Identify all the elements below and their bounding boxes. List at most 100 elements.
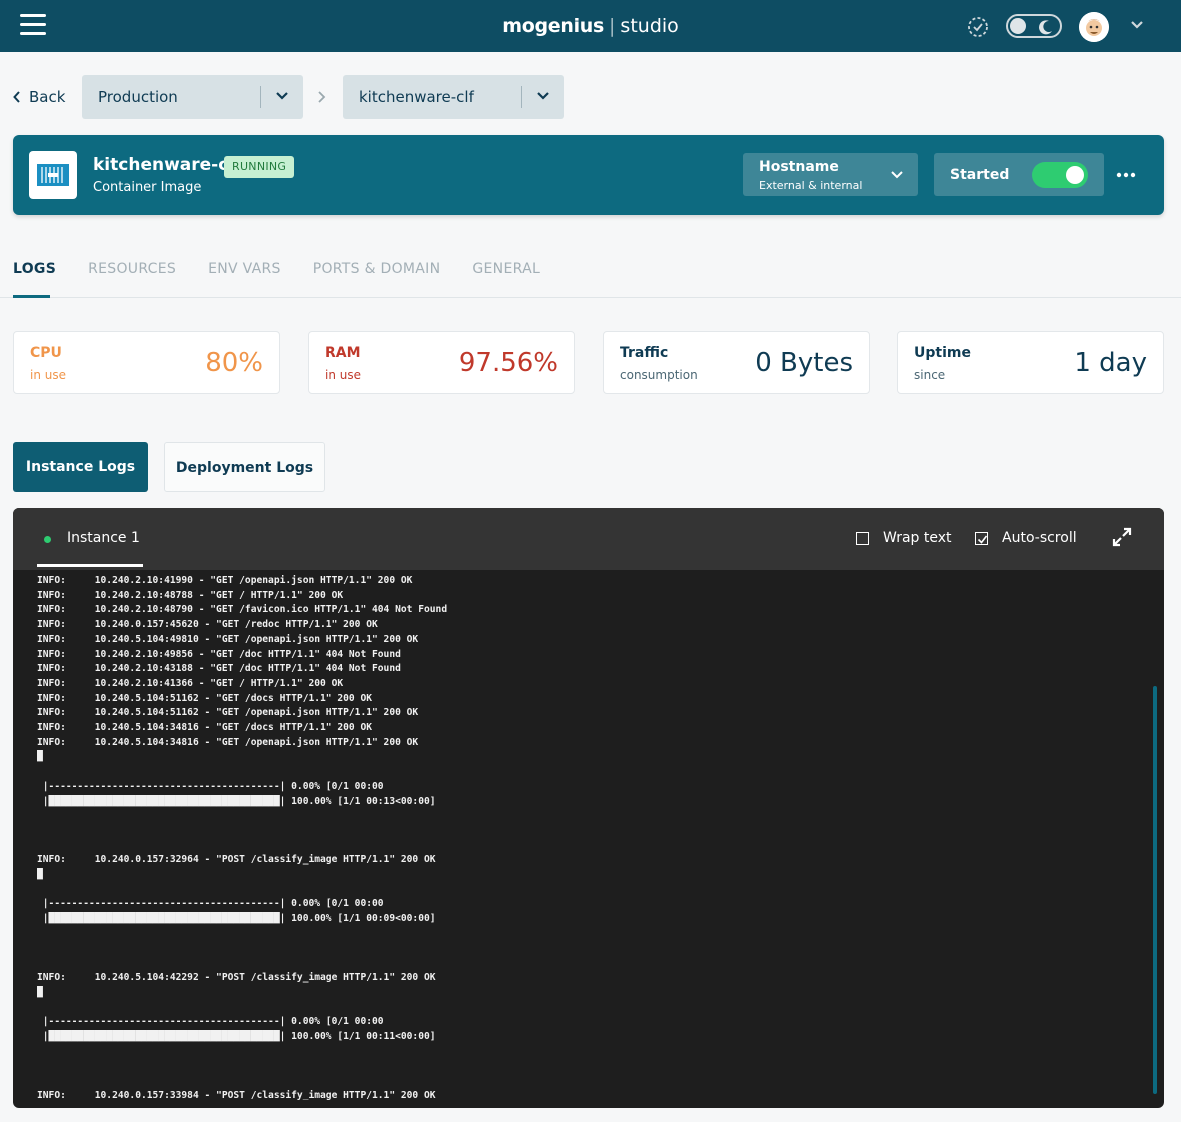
stat-sub: consumption xyxy=(620,368,698,382)
wrap-text-checkbox[interactable]: Wrap text xyxy=(856,530,952,546)
chevron-down-icon xyxy=(891,171,903,179)
console-scrollbar[interactable] xyxy=(1153,686,1157,1094)
stat-label: RAM xyxy=(325,345,361,361)
container-icon xyxy=(29,151,77,199)
chevron-down-icon[interactable] xyxy=(1130,20,1144,30)
auto-scroll-checkbox[interactable]: Auto-scroll xyxy=(975,530,1077,546)
log-line: INFO: 10.240.0.157:45620 - "GET /redoc H… xyxy=(37,619,378,631)
stat-value: 97.56% xyxy=(458,348,558,378)
deployment-logs-button[interactable]: Deployment Logs xyxy=(164,442,325,492)
log-line: INFO: 10.240.0.157:33984 - "POST /classi… xyxy=(37,1089,436,1100)
checkbox-box[interactable] xyxy=(856,531,869,545)
started-control: Started xyxy=(934,153,1104,196)
service-header-card: kitchenware-clf RUNNING Container Image … xyxy=(13,135,1164,215)
service-select-value: kitchenware-clf xyxy=(359,88,474,106)
theme-toggle-knob xyxy=(1010,18,1026,34)
log-line: INFO: 10.240.2.10:41990 - "GET /openapi.… xyxy=(37,575,413,586)
tab-ports-domain[interactable]: PORTS & DOMAIN xyxy=(313,261,441,277)
stat-value: 0 Bytes xyxy=(755,348,853,378)
tab-resources[interactable]: RESOURCES xyxy=(88,261,176,277)
wrap-text-label: Wrap text xyxy=(883,530,952,546)
checkbox-box[interactable] xyxy=(975,531,988,545)
history-icon[interactable] xyxy=(966,15,990,39)
tab-instance-1[interactable]: Instance 1 xyxy=(37,508,143,566)
project-select[interactable]: Production xyxy=(82,75,303,119)
stat-sub: in use xyxy=(30,368,66,382)
stat-value: 80% xyxy=(205,348,263,378)
tab-env-vars[interactable]: ENV VARS xyxy=(208,261,281,277)
back-button[interactable]: Back xyxy=(13,88,65,106)
service-name: kitchenware-clf xyxy=(93,155,242,175)
auto-scroll-label: Auto-scroll xyxy=(1002,530,1077,546)
service-tabs: LOGS RESOURCES ENV VARS PORTS & DOMAIN G… xyxy=(13,261,540,277)
stat-card-ram: RAM in use 97.56% xyxy=(308,331,575,394)
chevron-left-icon xyxy=(13,91,20,103)
log-line: INFO: 10.240.5.104:51162 - "GET /docs HT… xyxy=(37,692,373,704)
stat-sub: in use xyxy=(325,368,361,382)
hostname-dropdown[interactable]: Hostname External & internal xyxy=(743,153,918,196)
project-select-value: Production xyxy=(98,88,178,106)
more-icon[interactable] xyxy=(1116,166,1136,184)
log-line: █ xyxy=(37,869,43,881)
log-line: |---------------------------------------… xyxy=(37,898,384,910)
instance-logs-button[interactable]: Instance Logs xyxy=(13,442,148,492)
hostname-subtitle: External & internal xyxy=(759,179,863,192)
service-type: Container Image xyxy=(93,180,202,195)
log-line: INFO: 10.240.0.157:32964 - "POST /classi… xyxy=(37,854,436,866)
stat-sub: since xyxy=(914,368,946,382)
console-header: Instance 1 Wrap text Auto-scroll xyxy=(13,508,1164,570)
log-line: |███████████████████████████████████████… xyxy=(37,913,436,925)
instance-tab-indicator xyxy=(37,564,143,567)
log-line: |███████████████████████████████████████… xyxy=(37,1030,436,1042)
top-bar: mogenius | studio xyxy=(0,0,1181,52)
log-line: INFO: 10.240.2.10:48790 - "GET /favicon.… xyxy=(37,604,448,616)
stat-card-cpu: CPU in use 80% xyxy=(13,331,280,394)
log-line: █ xyxy=(37,751,43,763)
tab-general[interactable]: GENERAL xyxy=(472,261,540,277)
moon-icon xyxy=(1039,20,1052,35)
avatar[interactable] xyxy=(1079,12,1109,42)
log-line: INFO: 10.240.5.104:49810 - "GET /openapi… xyxy=(37,633,419,645)
log-line: INFO: 10.240.5.104:42292 - "POST /classi… xyxy=(37,971,436,983)
back-label: Back xyxy=(29,88,66,106)
theme-toggle[interactable] xyxy=(1006,14,1062,38)
log-line: INFO: 10.240.2.10:49856 - "GET /doc HTTP… xyxy=(37,648,401,660)
expand-icon[interactable] xyxy=(1112,527,1132,547)
chevron-down-icon xyxy=(276,92,288,100)
log-line: INFO: 10.240.5.104:34816 - "GET /docs HT… xyxy=(37,722,373,734)
log-line: |---------------------------------------… xyxy=(37,780,384,792)
stat-label: Uptime xyxy=(914,345,971,361)
started-toggle[interactable] xyxy=(1032,162,1088,188)
chevron-down-icon xyxy=(537,92,549,100)
tab-logs[interactable]: LOGS xyxy=(13,261,56,277)
log-console: Instance 1 Wrap text Auto-scroll INFO: 1… xyxy=(13,508,1164,1108)
service-select[interactable]: kitchenware-clf xyxy=(343,75,564,119)
log-line: INFO: 10.240.2.10:43188 - "GET /doc HTTP… xyxy=(37,663,401,675)
brand-secondary: studio xyxy=(620,15,679,37)
log-line: INFO: 10.240.2.10:48788 - "GET / HTTP/1.… xyxy=(37,589,344,601)
log-line: INFO: 10.240.2.10:41366 - "GET / HTTP/1.… xyxy=(37,677,344,689)
started-label: Started xyxy=(950,167,1010,183)
stat-value: 1 day xyxy=(1074,348,1147,378)
instance-tab-label: Instance 1 xyxy=(67,530,140,546)
log-line: |███████████████████████████████████████… xyxy=(37,795,436,807)
stat-label: CPU xyxy=(30,345,62,361)
brand-primary: mogenius xyxy=(502,15,605,37)
stat-label: Traffic xyxy=(620,345,669,361)
status-badge: RUNNING xyxy=(224,156,295,178)
log-output: INFO: 10.240.2.10:41990 - "GET /openapi.… xyxy=(37,574,1137,1100)
status-dot xyxy=(44,536,51,543)
hostname-title: Hostname xyxy=(759,159,839,175)
brand-logo[interactable]: mogenius | studio xyxy=(0,15,1181,37)
